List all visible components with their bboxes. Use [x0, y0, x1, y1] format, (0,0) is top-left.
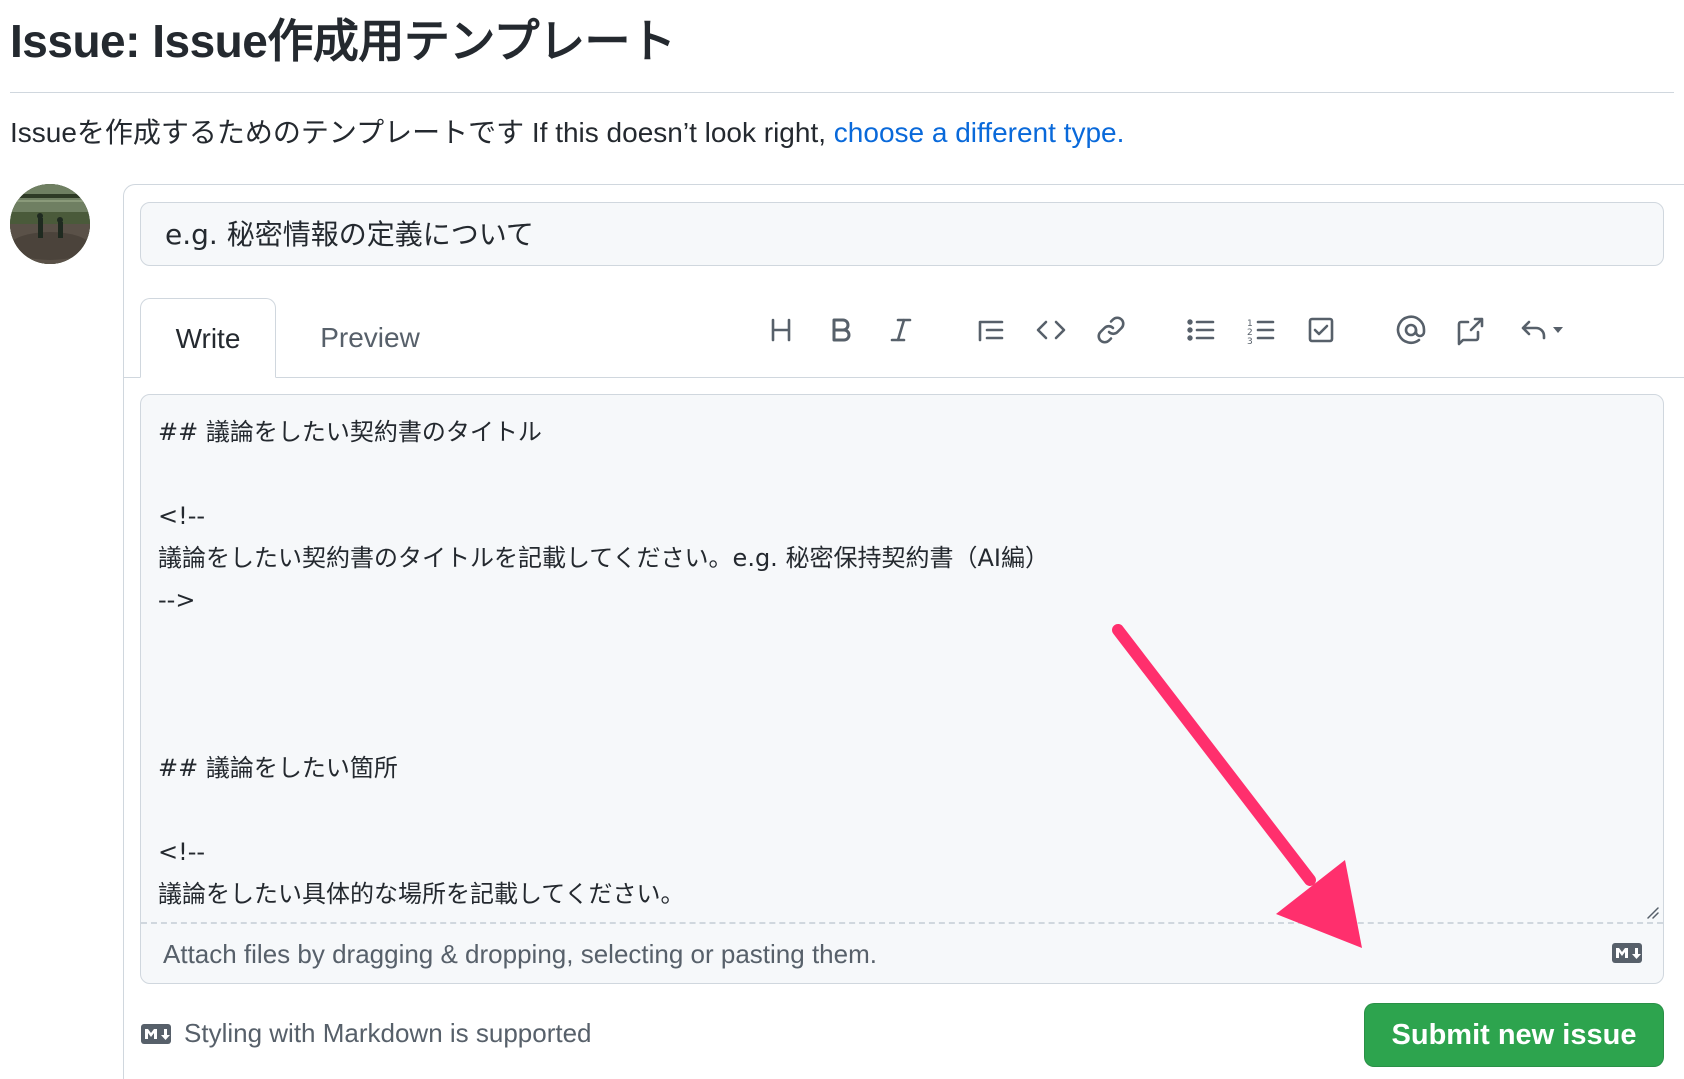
- choose-different-type-link[interactable]: choose a different type.: [834, 117, 1125, 148]
- issue-body-editor[interactable]: ## 議論をしたい契約書のタイトル <!-- 議論をしたい契約書のタイトルを記載…: [140, 394, 1664, 984]
- resize-handle-icon[interactable]: [1645, 905, 1659, 919]
- bulleted-list-icon[interactable]: [1177, 300, 1225, 360]
- tab-preview[interactable]: Preview: [290, 298, 450, 378]
- numbered-list-icon[interactable]: 123: [1237, 300, 1285, 360]
- title-divider: [10, 92, 1674, 93]
- page-title: Issue: Issue作成用テンプレート: [10, 15, 676, 67]
- template-description: Issueを作成するためのテンプレートです If this doesn’t lo…: [10, 113, 1124, 153]
- markdown-icon: [141, 1023, 171, 1044]
- attach-files-hint[interactable]: Attach files by dragging & dropping, sel…: [163, 923, 877, 983]
- avatar: [10, 184, 90, 264]
- reply-icon[interactable]: [1507, 300, 1577, 360]
- mention-icon[interactable]: [1387, 300, 1435, 360]
- bold-icon[interactable]: [817, 300, 865, 360]
- issue-title-input[interactable]: [140, 202, 1664, 266]
- description-text: Issueを作成するためのテンプレートです If this doesn’t lo…: [10, 117, 834, 148]
- task-list-icon[interactable]: [1297, 300, 1345, 360]
- chevron-down-icon: [1553, 327, 1563, 333]
- code-icon[interactable]: [1027, 300, 1075, 360]
- quote-icon[interactable]: [967, 300, 1015, 360]
- italic-icon[interactable]: [877, 300, 925, 360]
- markdown-support-note: Styling with Markdown is supported: [140, 1018, 592, 1049]
- tab-write[interactable]: Write: [140, 298, 276, 378]
- link-icon[interactable]: [1087, 300, 1135, 360]
- markdown-support-text: Styling with Markdown is supported: [184, 1018, 592, 1048]
- markdown-icon: [1612, 943, 1642, 963]
- heading-icon[interactable]: [757, 300, 805, 360]
- cross-reference-icon[interactable]: [1447, 300, 1495, 360]
- submit-new-issue-button[interactable]: Submit new issue: [1364, 1003, 1664, 1067]
- issue-body-textarea[interactable]: ## 議論をしたい契約書のタイトル <!-- 議論をしたい契約書のタイトルを記載…: [158, 411, 1638, 913]
- svg-text:3: 3: [1247, 337, 1253, 346]
